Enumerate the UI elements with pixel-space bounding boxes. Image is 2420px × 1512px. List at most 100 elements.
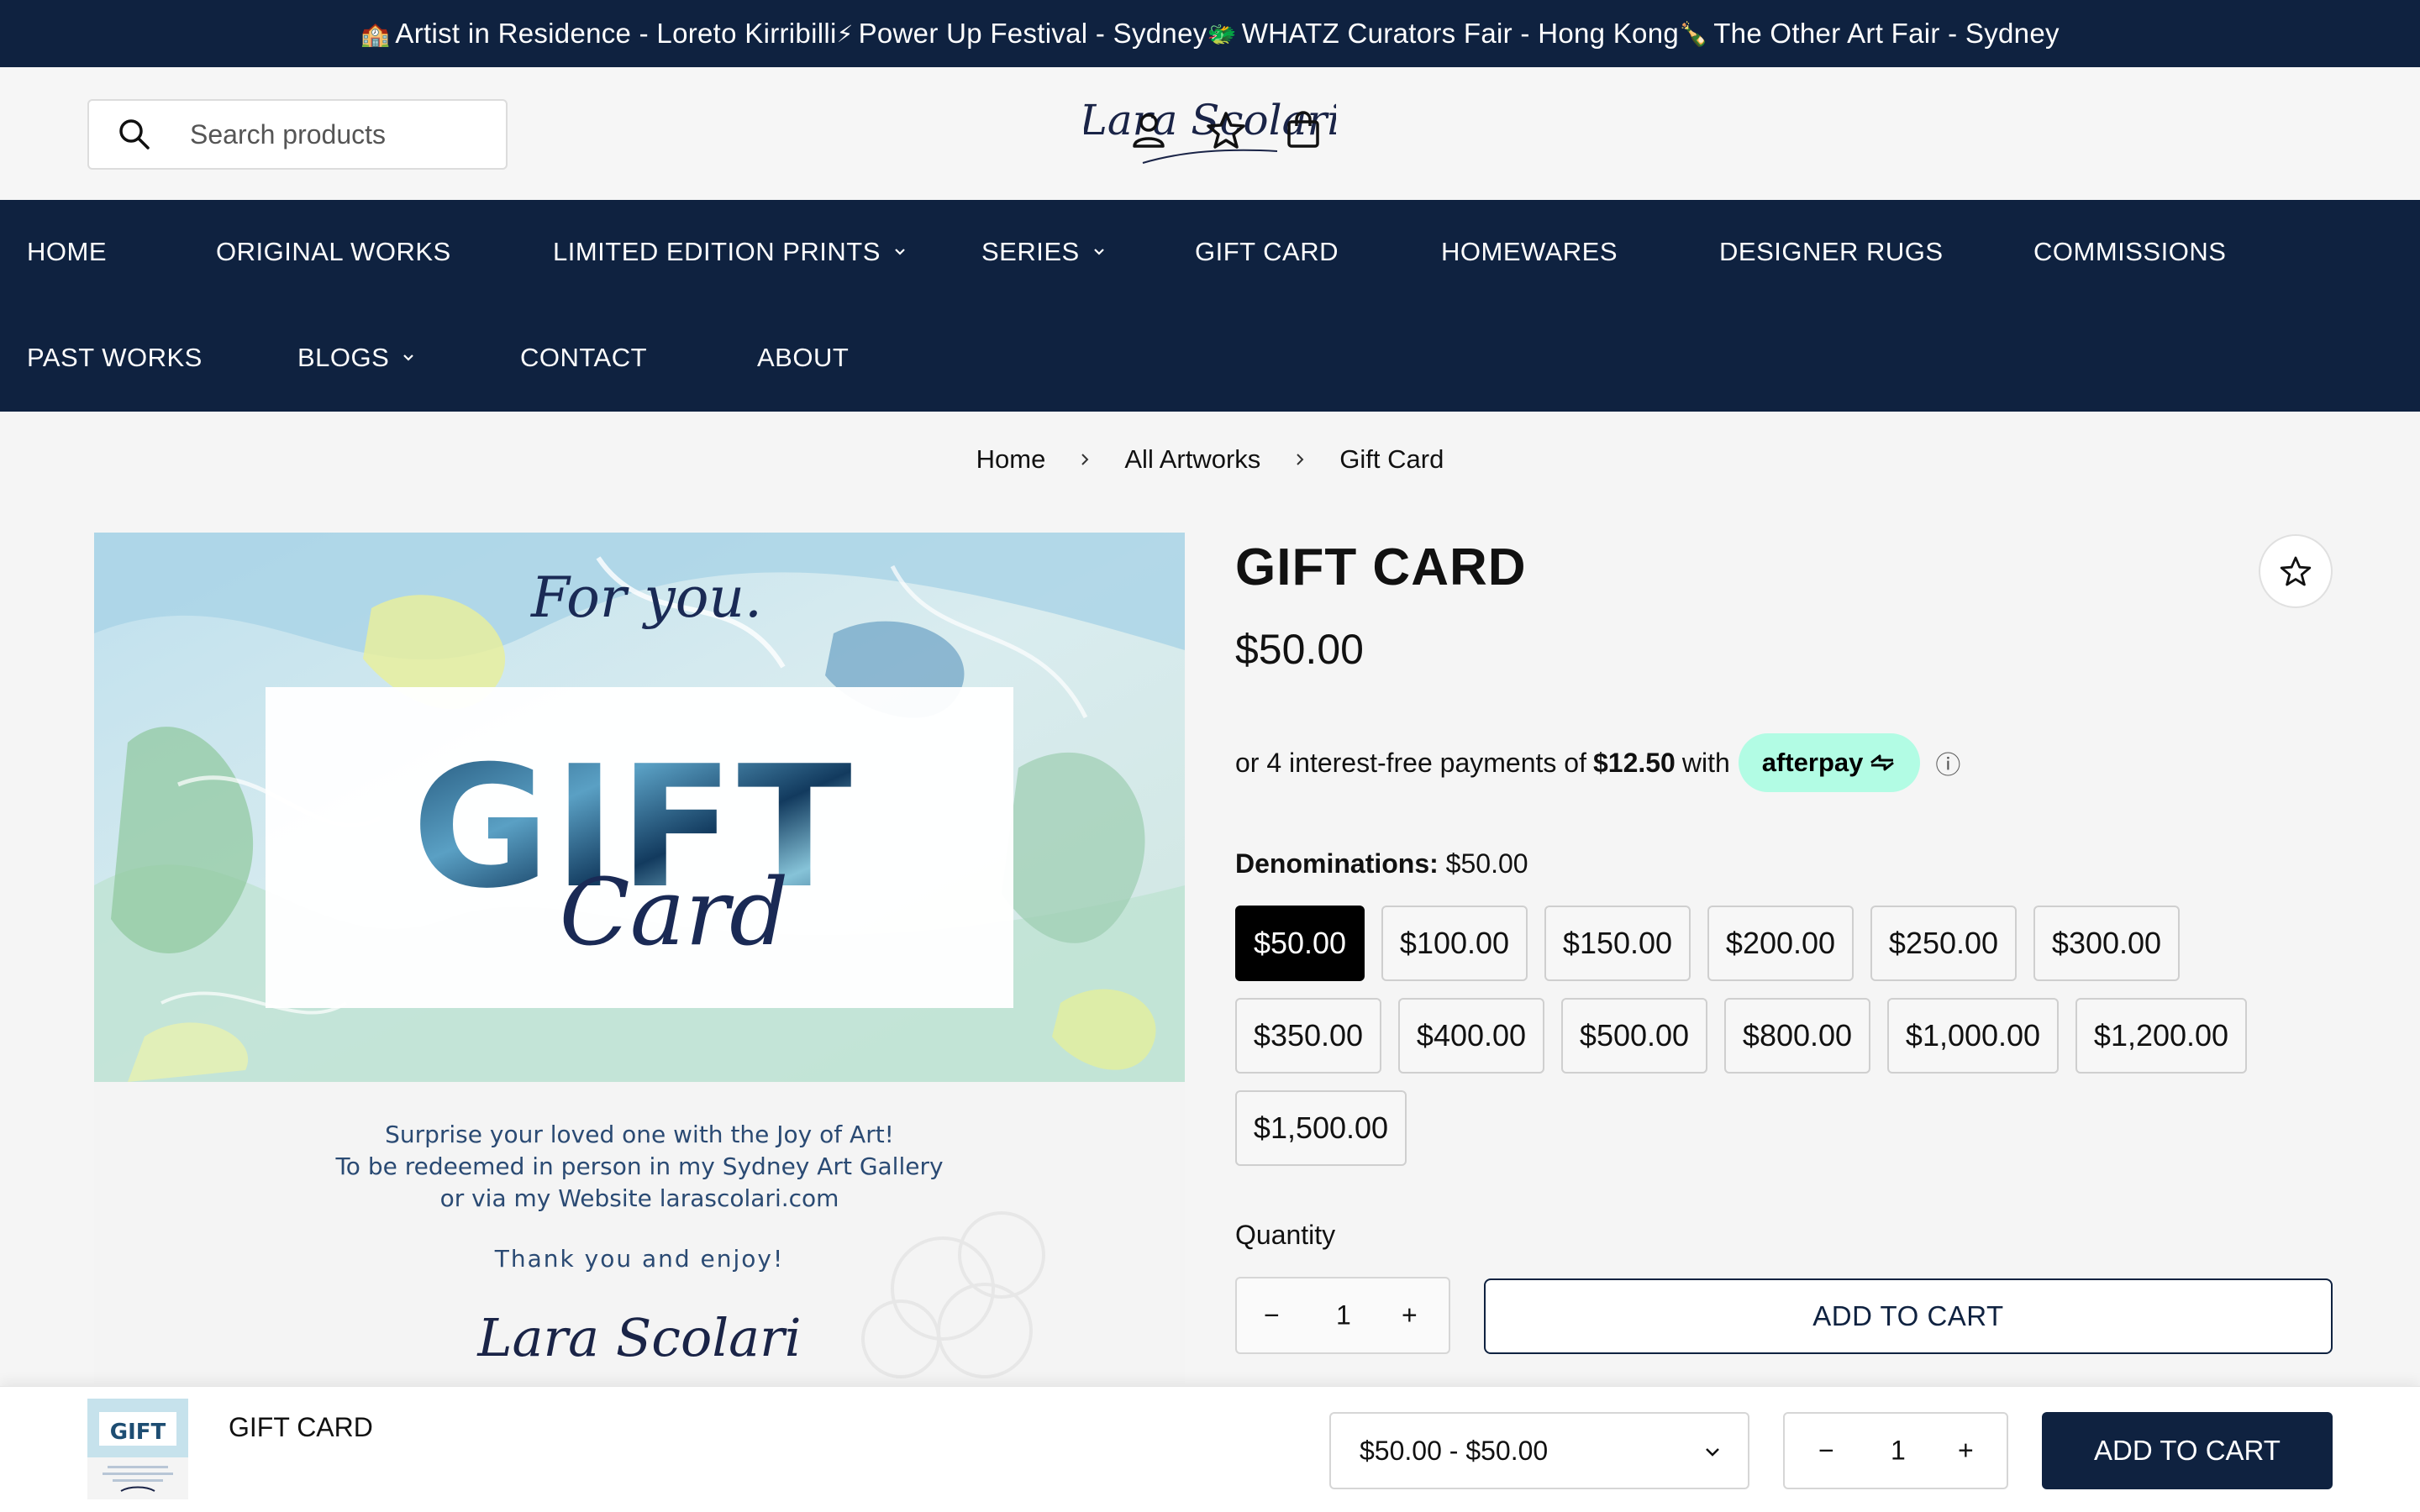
announcement-item-4[interactable]: 🍾 The Other Art Fair - Sydney (1679, 18, 2060, 50)
card-script-text: Card (560, 858, 789, 966)
nav-designer-rugs-label: DESIGNER RUGS (1719, 237, 1944, 266)
denomination-option[interactable]: $1,500.00 (1235, 1090, 1407, 1166)
nav-homewares-label: HOMEWARES (1441, 237, 1618, 266)
nav-limited-edition-prints[interactable]: LIMITED EDITION PRINTS (553, 237, 908, 267)
denomination-option[interactable]: $200.00 (1707, 906, 1854, 981)
school-emoji-icon: 🏫 (360, 20, 391, 47)
breadcrumb-home[interactable]: Home (976, 444, 1046, 475)
nav-commissions-label: COMMISSIONS (2033, 237, 2227, 266)
card-thanks: Thank you and enjoy! (494, 1245, 784, 1273)
quantity-label: Quantity (1235, 1220, 1336, 1250)
breadcrumb-all-artworks[interactable]: All Artworks (1124, 444, 1260, 475)
search-box[interactable] (87, 99, 508, 170)
denomination-option[interactable]: $150.00 (1544, 906, 1691, 981)
nav-gift-card-label: GIFT CARD (1195, 237, 1339, 266)
card-line-1: Surprise your loved one with the Joy of … (385, 1121, 894, 1148)
denomination-option[interactable]: $250.00 (1870, 906, 2017, 981)
sticky-product-thumbnail[interactable]: GIFT (87, 1399, 188, 1499)
cart-icon[interactable] (1282, 109, 1324, 151)
sticky-quantity-value[interactable]: 1 (1891, 1436, 1906, 1467)
afterpay-brand: afterpay (1761, 748, 1864, 777)
search-input[interactable] (190, 118, 492, 150)
gift-card-artwork: For you. GIFT Card Surprise your loved o… (94, 533, 1185, 1378)
denomination-label-text: Denominations: (1235, 848, 1439, 879)
chevron-down-icon (403, 354, 414, 361)
nav-limited-edition-prints-label: LIMITED EDITION PRINTS (553, 237, 881, 266)
afterpay-message: or 4 interest-free payments of $12.50 wi… (1235, 732, 1960, 793)
nav-blogs-label: BLOGS (297, 343, 390, 372)
variant-select-value: $50.00 - $50.00 (1360, 1435, 1549, 1466)
add-to-cart-button[interactable]: ADD TO CART (1484, 1278, 2333, 1354)
announcement-text-4: The Other Art Fair - Sydney (1713, 18, 2060, 49)
dragon-emoji-icon: 🐲 (1207, 20, 1237, 47)
nav-about[interactable]: ABOUT (757, 343, 849, 373)
wishlist-button[interactable] (2259, 534, 2333, 608)
product-title: GIFT CARD (1235, 538, 1527, 596)
afterpay-amount: $12.50 (1592, 747, 1676, 778)
nav-commissions[interactable]: COMMISSIONS (2033, 237, 2226, 267)
breadcrumb-gift-card: Gift Card (1339, 444, 1444, 474)
nav-original-works[interactable]: ORIGINAL WORKS (216, 237, 451, 267)
afterpay-badge[interactable]: afterpay (1738, 733, 1921, 792)
chevron-right-icon (1297, 454, 1304, 465)
denomination-option[interactable]: $350.00 (1235, 998, 1381, 1074)
nav-series[interactable]: SERIES (981, 237, 1107, 267)
denomination-option[interactable]: $50.00 (1235, 906, 1365, 981)
denomination-label: Denominations: $50.00 (1235, 848, 1528, 879)
denomination-option[interactable]: $1,200.00 (2075, 998, 2247, 1074)
denomination-option[interactable]: $500.00 (1561, 998, 1707, 1074)
sticky-quantity-stepper: − 1 + (1783, 1412, 2008, 1489)
nav-designer-rugs[interactable]: DESIGNER RUGS (1719, 237, 1944, 267)
lightning-emoji-icon: ⚡ (836, 20, 854, 47)
info-icon[interactable]: ⓘ (1935, 744, 1960, 781)
announcement-bar: 🏫 Artist in Residence - Loreto Kirribill… (0, 0, 2420, 67)
thumbnail-gift-text: GIFT (110, 1420, 166, 1445)
breadcrumb: Home All Artworks Gift Card (0, 438, 2420, 480)
sticky-add-to-cart-bar: GIFT GIFT CARD $50.00 - $50.00 − 1 + ADD… (0, 1386, 2420, 1512)
chevron-down-icon (1706, 1448, 1719, 1457)
nav-gift-card[interactable]: GIFT CARD (1195, 237, 1339, 267)
sticky-quantity-increase-button[interactable]: + (1958, 1436, 1974, 1467)
card-signature: Lara Scolari (476, 1307, 801, 1368)
denomination-option[interactable]: $800.00 (1724, 998, 1870, 1074)
nav-home-label: HOME (27, 237, 107, 266)
variant-select[interactable]: $50.00 - $50.00 (1329, 1412, 1749, 1489)
site-header: Lara Scolari (0, 67, 2420, 200)
wishlist-icon[interactable] (1205, 109, 1247, 151)
nav-contact[interactable]: CONTACT (520, 343, 647, 373)
nav-homewares[interactable]: HOMEWARES (1441, 237, 1618, 267)
card-line-3: or via my Website larascolari.com (440, 1184, 839, 1212)
nav-home[interactable]: HOME (27, 237, 107, 267)
afterpay-prefix: or 4 interest-free payments of (1235, 747, 1586, 778)
denomination-selected: $50.00 (1445, 848, 1528, 879)
sticky-add-to-cart-button[interactable]: ADD TO CART (2042, 1412, 2333, 1489)
afterpay-logo-icon (1870, 754, 1895, 771)
account-icon[interactable] (1128, 109, 1170, 151)
denomination-option[interactable]: $400.00 (1398, 998, 1544, 1074)
product-price: $50.00 (1235, 626, 1364, 673)
main-navigation: HOME ORIGINAL WORKS LIMITED EDITION PRIN… (0, 200, 2420, 412)
quantity-decrease-button[interactable]: − (1264, 1300, 1280, 1331)
announcement-text-2: Power Up Festival - Sydney (858, 18, 1207, 49)
announcement-text-1: Artist in Residence - Loreto Kirribilli (395, 18, 837, 49)
denomination-option[interactable]: $300.00 (2033, 906, 2180, 981)
nav-contact-label: CONTACT (520, 343, 648, 372)
product-image[interactable]: For you. GIFT Card Surprise your loved o… (94, 533, 1185, 1389)
card-line-2: To be redeemed in person in my Sydney Ar… (334, 1152, 943, 1180)
announcement-item-2[interactable]: ⚡ Power Up Festival - Sydney (837, 18, 1207, 50)
search-icon[interactable] (114, 114, 155, 155)
bottle-emoji-icon: 🍾 (1679, 20, 1709, 47)
quantity-value[interactable]: 1 (1336, 1300, 1351, 1331)
announcement-item-3[interactable]: 🐲 WHATZ Curators Fair - Hong Kong (1207, 18, 1680, 50)
quantity-increase-button[interactable]: + (1402, 1300, 1418, 1331)
sticky-quantity-decrease-button[interactable]: − (1818, 1436, 1834, 1467)
sticky-product-title: GIFT CARD (229, 1412, 373, 1442)
afterpay-suffix: with (1681, 747, 1730, 778)
chevron-down-icon (1093, 249, 1104, 255)
nav-series-label: SERIES (981, 237, 1080, 266)
denomination-option[interactable]: $100.00 (1381, 906, 1528, 981)
nav-past-works[interactable]: PAST WORKS (27, 343, 203, 373)
announcement-item-1[interactable]: 🏫 Artist in Residence - Loreto Kirribill… (360, 18, 836, 50)
nav-blogs[interactable]: BLOGS (297, 343, 416, 373)
denomination-option[interactable]: $1,000.00 (1887, 998, 2059, 1074)
